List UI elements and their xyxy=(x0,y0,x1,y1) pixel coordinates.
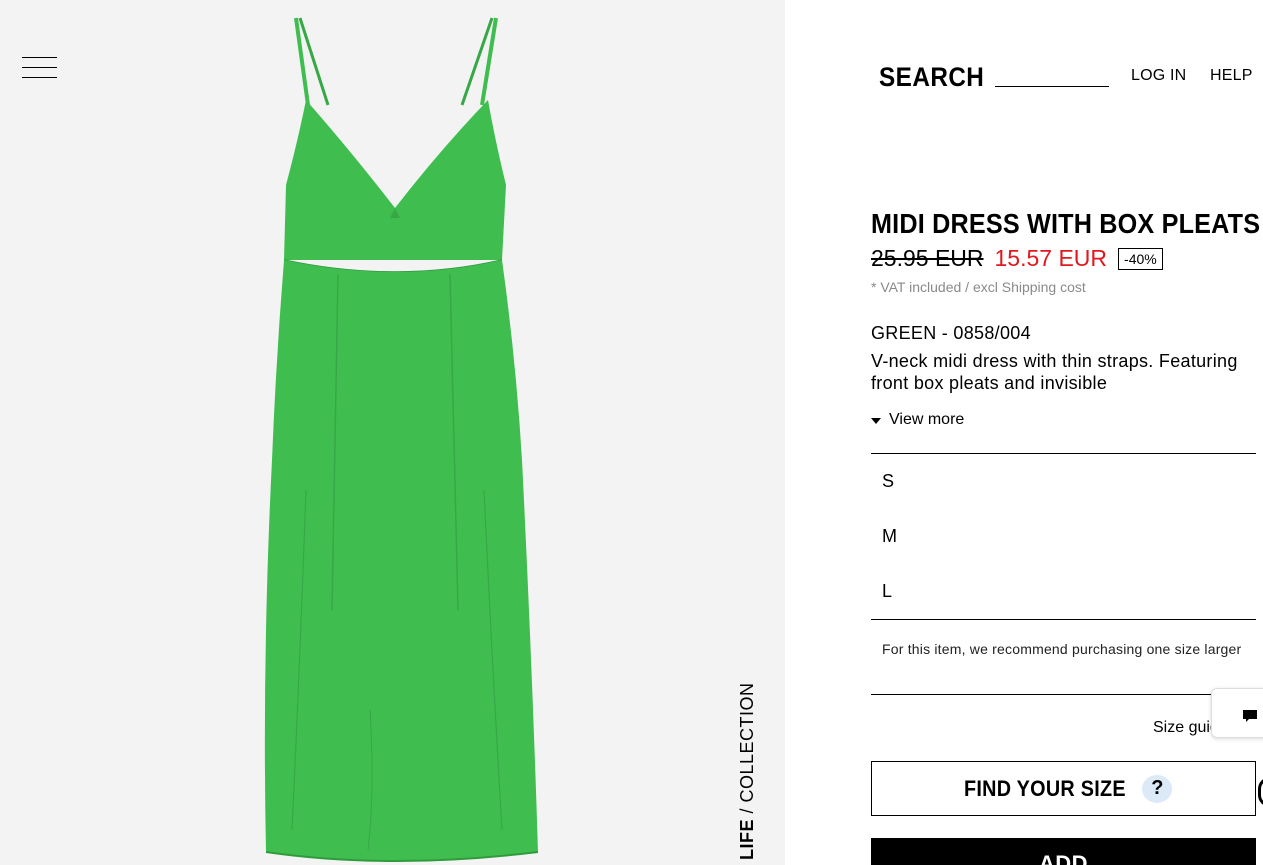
color-reference: GREEN - 0858/004 xyxy=(871,323,1031,343)
collection-name: LIFE xyxy=(737,819,757,860)
chat-icon-tail xyxy=(1246,718,1250,722)
collection-suffix: / COLLECTION xyxy=(737,682,757,819)
search-block[interactable]: SEARCH xyxy=(879,62,1109,93)
size-guide-link[interactable]: Size guide xyxy=(1153,719,1213,737)
add-to-cart-button[interactable]: ADD xyxy=(871,838,1256,865)
find-your-size-button[interactable]: FIND YOUR SIZE ? xyxy=(871,761,1256,816)
search-label[interactable]: SEARCH xyxy=(879,62,984,93)
add-button-label: ADD xyxy=(1038,851,1089,865)
product-image-panel: LIFE / COLLECTION xyxy=(0,0,785,865)
menu-line xyxy=(22,67,57,68)
search-input-underline[interactable] xyxy=(995,86,1109,87)
chat-widget-button[interactable] xyxy=(1211,688,1263,738)
green-dress-image[interactable] xyxy=(240,10,550,865)
find-your-size-label: FIND YOUR SIZE xyxy=(963,775,1126,801)
vat-note: * VAT included / excl Shipping cost xyxy=(871,279,1086,295)
product-description: V-neck midi dress with thin straps. Feat… xyxy=(871,351,1238,393)
discount-badge: -40% xyxy=(1118,247,1163,270)
menu-line xyxy=(22,77,57,78)
menu-line xyxy=(22,57,57,58)
size-option-m[interactable]: M xyxy=(882,526,897,547)
price-row: 25.95 EUR 15.57 EUR -40% xyxy=(871,245,1163,272)
sale-price: 15.57 EUR xyxy=(994,245,1108,271)
size-recommendation: For this item, we recommend purchasing o… xyxy=(882,641,1242,657)
size-option-l[interactable]: L xyxy=(882,581,892,602)
divider xyxy=(871,694,1256,695)
caret-down-icon xyxy=(871,417,881,424)
help-link[interactable]: HELP xyxy=(1210,67,1253,85)
original-price: 25.95 EUR xyxy=(871,245,984,271)
view-more-toggle[interactable]: View more xyxy=(871,411,964,429)
size-option-s[interactable]: S xyxy=(882,471,894,492)
login-link[interactable]: LOG IN xyxy=(1131,67,1186,85)
help-question-icon: ? xyxy=(1142,774,1173,803)
collection-label[interactable]: LIFE / COLLECTION xyxy=(737,682,762,860)
view-more-label: View more xyxy=(889,411,965,428)
size-selector: S M L xyxy=(871,453,1256,620)
side-widget-edge[interactable] xyxy=(1258,777,1263,807)
hamburger-menu-icon[interactable] xyxy=(22,57,58,81)
product-title: MIDI DRESS WITH BOX PLEATS xyxy=(871,208,1261,239)
